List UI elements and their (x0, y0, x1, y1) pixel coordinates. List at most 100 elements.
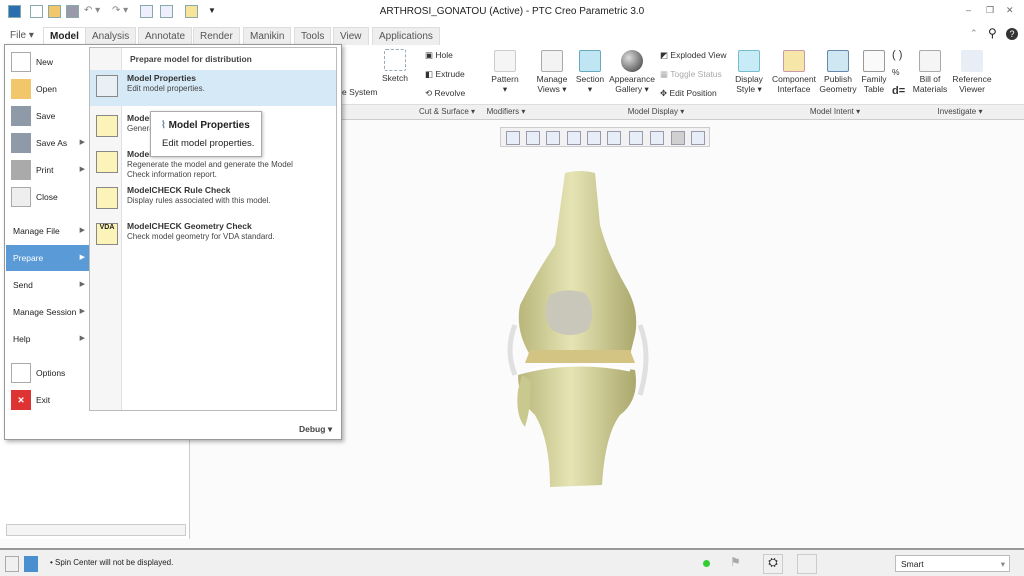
tab-view[interactable]: View (333, 27, 369, 45)
group-model-intent[interactable]: Model Intent ▾ (770, 107, 900, 116)
display-style-icon[interactable] (587, 131, 601, 145)
menu-item-options[interactable]: Options (6, 360, 89, 386)
tab-render[interactable]: Render (193, 27, 240, 45)
group-cut-surface[interactable]: Cut & Surface ▾ (415, 107, 479, 116)
menu-item-print[interactable]: Print ▶ (6, 157, 89, 183)
datum-display-icon[interactable] (650, 131, 664, 145)
chevron-right-icon: ▶ (79, 139, 85, 146)
help-icon[interactable]: ? (1006, 28, 1018, 40)
submenu-item-geometry-check[interactable]: VDA ModelCHECK Geometry Check Check model … (90, 218, 336, 254)
menu-item-manage-session[interactable]: Manage Session ▶ (6, 299, 89, 325)
extrude-button[interactable]: ◧ Extrude (425, 69, 465, 80)
selection-list-icon[interactable] (797, 554, 817, 574)
zoom-out-icon[interactable] (546, 131, 560, 145)
publish-geometry-button[interactable]: Publish Geometry (818, 50, 858, 94)
sketch-button[interactable]: Sketch (380, 49, 410, 83)
horizontal-scrollbar[interactable] (6, 524, 186, 536)
units-icon[interactable]: % (892, 67, 900, 77)
tab-analysis[interactable]: Analysis (85, 27, 137, 45)
revolve-button[interactable]: ⟲ Revolve (425, 88, 465, 99)
tab-file[interactable]: File ▾ (4, 27, 40, 45)
display-style-button[interactable]: Display Style ▾ (732, 50, 766, 94)
submenu-item-model-properties[interactable]: Model Properties Edit model properties. (90, 70, 336, 106)
exploded-view-button[interactable]: ◩ Exploded View (660, 50, 726, 61)
flag-icon: ⚑ (730, 555, 741, 569)
filter-value: Smart (901, 559, 924, 569)
menu-item-open[interactable]: Open (6, 76, 89, 102)
hole-button[interactable]: ▣ Hole (425, 50, 453, 61)
knee-model[interactable] (490, 165, 660, 495)
minimize-icon[interactable]: – (966, 5, 971, 15)
pattern-button[interactable]: Pattern ▾ (488, 50, 522, 94)
repaint-icon[interactable] (567, 131, 581, 145)
appearance-gallery-button[interactable]: Appearance Gallery ▾ (608, 50, 656, 94)
open-icon (11, 79, 31, 99)
group-investigate[interactable]: Investigate ▾ (910, 107, 1010, 116)
annotation-display-icon[interactable] (691, 131, 705, 145)
find-icon[interactable]: ⛭ (763, 554, 783, 574)
relations-icon[interactable]: d= (892, 85, 905, 97)
tab-applications[interactable]: Applications (372, 27, 440, 45)
tab-tools[interactable]: Tools (294, 27, 332, 45)
debug-button[interactable]: Debug ▾ (299, 424, 332, 435)
menu-item-manage-file[interactable]: Manage File ▶ (6, 218, 89, 244)
submenu-title: Prepare model for distribution (130, 54, 252, 64)
saved-orientations-icon[interactable] (607, 131, 621, 145)
parameters-icon[interactable]: ( ) (892, 49, 902, 61)
family-table-button[interactable]: Family Table (860, 50, 888, 94)
label: Edit Position (669, 88, 717, 98)
search-icon[interactable]: ⚲ (988, 26, 997, 40)
menu-item-exit[interactable]: ✕ Exit (6, 387, 89, 413)
submenu-item-rule-check[interactable]: ModelCHECK Rule Check Display rules assoc… (90, 182, 336, 218)
label: Manage File (13, 226, 60, 236)
publish-geometry-icon (827, 50, 849, 72)
menu-item-new[interactable]: New (6, 49, 89, 75)
section-button[interactable]: Section ▾ (574, 50, 606, 94)
group-modifiers[interactable]: Modifiers ▾ (480, 107, 532, 116)
section-icon (579, 50, 601, 72)
item-desc: Regenerate the model and generate the Mo… (127, 160, 293, 179)
view-manager-icon[interactable] (629, 131, 643, 145)
menu-item-send[interactable]: Send ▶ (6, 272, 89, 298)
menu-item-help[interactable]: Help ▶ (6, 326, 89, 352)
label: Send (13, 280, 33, 290)
save-icon (11, 106, 31, 126)
menu-item-prepare[interactable]: Prepare ▶ (6, 245, 89, 271)
item-title: Model (127, 149, 152, 159)
coordinate-system-button[interactable]: e System (342, 87, 377, 97)
minimize-ribbon-icon[interactable]: ⌃ (970, 28, 978, 39)
tab-manikin[interactable]: Manikin (243, 27, 292, 45)
selection-filter-dropdown[interactable]: Smart ▾ (895, 555, 1010, 572)
manage-views-button[interactable]: Manage Views ▾ (533, 50, 571, 94)
chevron-right-icon: ▶ (79, 227, 85, 234)
label: Extrude (435, 69, 465, 79)
spin-center-icon[interactable] (671, 131, 685, 145)
label: Toggle Status (670, 69, 722, 79)
title-bar: ↶ ▾ ↷ ▾ ▼ ARTHROSI_GONATOU (Active) - PT… (0, 0, 1024, 24)
bill-of-materials-button[interactable]: Bill of Materials (912, 50, 948, 94)
browser-toggle-icon[interactable] (24, 556, 38, 572)
toggle-status-button[interactable]: ▦ Toggle Status (660, 69, 722, 80)
tab-annotate[interactable]: Annotate (138, 27, 193, 45)
menu-item-save-as[interactable]: Save As ▶ (6, 130, 89, 156)
reference-viewer-button[interactable]: Reference Viewer (950, 50, 994, 94)
prepare-submenu: Prepare model for distribution Model Pro… (89, 47, 337, 411)
save-as-icon (11, 133, 31, 153)
menu-item-save[interactable]: Save (6, 103, 89, 129)
label: Open (36, 84, 57, 94)
zoom-in-icon[interactable] (526, 131, 540, 145)
appearance-icon (621, 50, 643, 72)
label: Options (36, 368, 66, 378)
navigator-toggle-icon[interactable] (5, 556, 19, 572)
close-icon[interactable]: ✕ (1006, 5, 1014, 16)
close-window-icon (11, 187, 31, 207)
edit-position-button[interactable]: ✥ Edit Position (660, 88, 717, 99)
tab-model[interactable]: Model (43, 27, 86, 45)
group-model-display[interactable]: Model Display ▾ (536, 107, 776, 116)
component-interface-button[interactable]: Component Interface (771, 50, 817, 94)
chevron-right-icon: ▶ (79, 166, 85, 173)
meniscus (525, 350, 635, 363)
refit-icon[interactable] (506, 131, 520, 145)
menu-item-close[interactable]: Close (6, 184, 89, 210)
restore-icon[interactable]: ❐ (986, 5, 994, 16)
